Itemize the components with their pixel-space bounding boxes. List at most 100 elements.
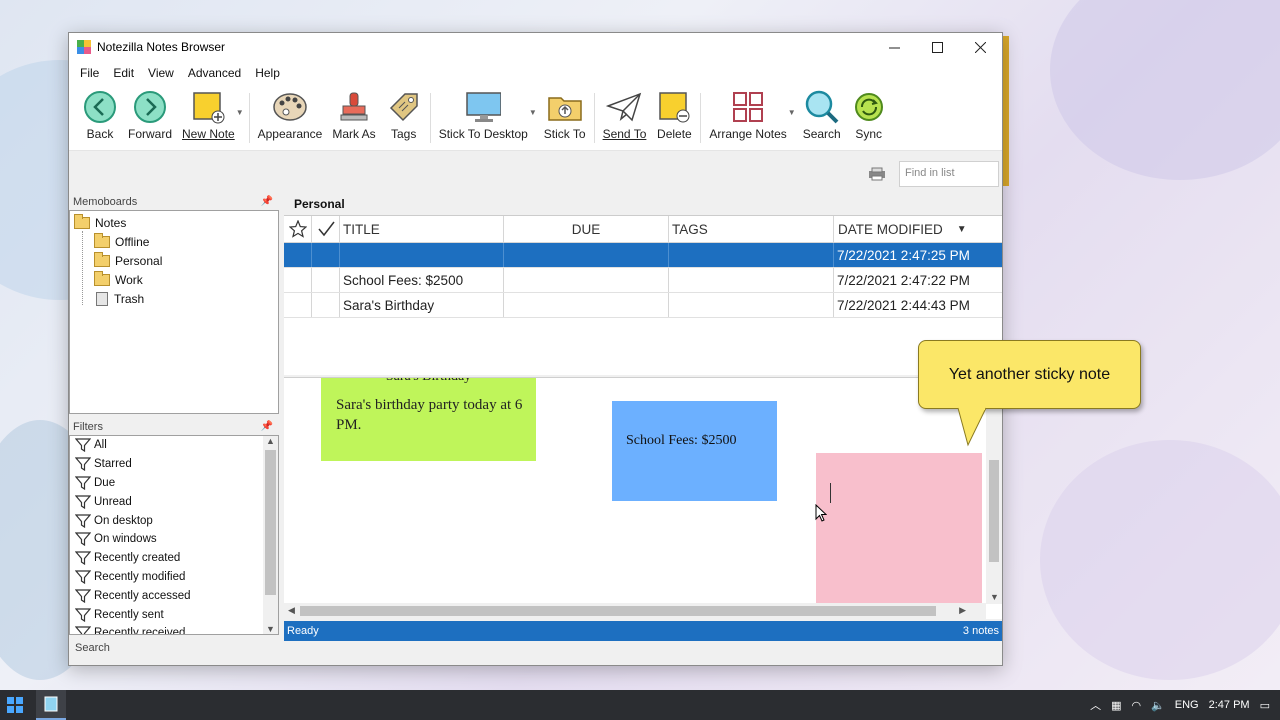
tree-item-offline[interactable]: Offline <box>70 232 278 251</box>
stick-to-desktop-button[interactable]: Stick To Desktop <box>434 89 533 147</box>
canvas-horizontal-scrollbar[interactable]: ◀ ▶ <box>284 603 986 619</box>
pin-icon[interactable]: 📌 <box>261 196 273 207</box>
menu-help[interactable]: Help <box>248 66 287 80</box>
date-modified-column-header[interactable]: DATE MODIFIED ▼ <box>834 216 1000 242</box>
tray-app-icon[interactable]: ▦ <box>1111 699 1121 712</box>
find-in-list-input[interactable]: Find in list <box>899 161 999 187</box>
maximize-button[interactable] <box>916 33 959 61</box>
sticky-note-pink[interactable] <box>816 453 982 605</box>
close-button[interactable] <box>959 33 1002 61</box>
tags-column-header[interactable]: TAGS <box>669 216 834 242</box>
menu-advanced[interactable]: Advanced <box>181 66 248 80</box>
stick-to-desktop-dropdown-arrow[interactable]: ▼ <box>529 108 537 117</box>
tree-item-work[interactable]: Work <box>70 270 278 289</box>
star-cell[interactable] <box>284 268 312 292</box>
appearance-button[interactable]: Appearance <box>253 89 328 147</box>
tags-button[interactable]: Tags <box>381 89 427 147</box>
sticky-note-green[interactable]: Sara's Birthday Sara's birthday party to… <box>321 378 536 461</box>
minimize-button[interactable] <box>873 33 916 61</box>
toolbar-separator <box>700 93 702 143</box>
left-panel: Memoboards 📌 Notes Offline Personal Work <box>69 193 279 635</box>
stamp-icon <box>340 92 368 121</box>
folder-icon <box>94 232 110 248</box>
menu-edit[interactable]: Edit <box>106 66 141 80</box>
sticky-note-blue[interactable]: School Fees: $2500 <box>612 401 777 501</box>
system-tray: ︿ ▦ ◠ 🔈 ENG 2:47 PM ▭ <box>1090 697 1280 713</box>
forward-button[interactable]: Forward <box>123 89 177 147</box>
mouse-cursor-icon <box>815 504 827 522</box>
filter-item[interactable]: Recently modified <box>70 568 278 587</box>
paper-plane-icon <box>606 92 642 122</box>
pin-icon[interactable]: 📌 <box>261 421 273 432</box>
tray-chevron-icon[interactable]: ︿ <box>1090 697 1101 713</box>
filter-item[interactable]: On desktop <box>70 511 278 530</box>
done-cell[interactable] <box>312 243 340 267</box>
taskbar: ︿ ▦ ◠ 🔈 ENG 2:47 PM ▭ <box>0 690 1280 720</box>
minimize-icon <box>889 47 900 48</box>
filters-scrollbar[interactable]: ▲ ▼ <box>263 436 278 634</box>
funnel-icon <box>75 626 91 634</box>
title-cell: School Fees: $2500 <box>340 268 504 292</box>
table-header: TITLE DUE TAGS DATE MODIFIED ▼ <box>284 216 1002 243</box>
table-row[interactable]: 7/22/2021 2:47:25 PM <box>284 243 1002 268</box>
network-icon[interactable]: ◠ <box>1131 699 1141 712</box>
funnel-icon <box>75 570 91 584</box>
find-bar: Find in list <box>69 151 1002 193</box>
back-button[interactable]: Back <box>77 89 123 147</box>
filter-item[interactable]: Starred <box>70 455 278 474</box>
delete-button[interactable]: Delete <box>651 89 697 147</box>
search-tab[interactable]: Search <box>69 637 279 663</box>
back-icon <box>84 91 116 123</box>
monitor-icon <box>466 92 502 122</box>
new-note-dropdown-arrow[interactable]: ▼ <box>236 108 244 117</box>
star-cell[interactable] <box>284 293 312 317</box>
due-column-header[interactable]: DUE <box>504 216 669 242</box>
language-indicator[interactable]: ENG <box>1175 699 1199 711</box>
send-to-button[interactable]: Send To <box>598 89 652 147</box>
windows-logo-icon <box>7 697 23 713</box>
title-column-header[interactable]: TITLE <box>340 216 504 242</box>
done-cell[interactable] <box>312 268 340 292</box>
tree-item-notes[interactable]: Notes <box>70 213 278 232</box>
filter-item[interactable]: Unread <box>70 492 278 511</box>
filter-item[interactable]: Recently sent <box>70 605 278 624</box>
arrange-notes-dropdown-arrow[interactable]: ▼ <box>788 108 796 117</box>
print-icon[interactable] <box>868 167 886 181</box>
wallpaper-shape <box>1040 440 1280 680</box>
filter-item[interactable]: Due <box>70 474 278 493</box>
start-button[interactable] <box>0 690 30 720</box>
new-note-button[interactable]: New Note <box>177 89 240 147</box>
star-cell[interactable] <box>284 243 312 267</box>
table-row[interactable]: School Fees: $2500 7/22/2021 2:47:22 PM <box>284 268 1002 293</box>
search-button[interactable]: Search <box>798 89 846 147</box>
notification-icon[interactable]: ▭ <box>1260 699 1270 712</box>
clock[interactable]: 2:47 PM <box>1209 699 1250 711</box>
date-cell: 7/22/2021 2:47:25 PM <box>837 247 970 263</box>
status-text: Ready <box>287 625 319 637</box>
volume-icon[interactable]: 🔈 <box>1151 699 1165 712</box>
menu-file[interactable]: File <box>73 66 106 80</box>
filter-item[interactable]: Recently accessed <box>70 586 278 605</box>
tree-item-personal[interactable]: Personal <box>70 251 278 270</box>
sync-button[interactable]: Sync <box>846 89 892 147</box>
filter-item[interactable]: All <box>70 436 278 455</box>
mark-as-button[interactable]: Mark As <box>327 89 380 147</box>
star-column-header[interactable] <box>284 216 312 242</box>
notes-table: TITLE DUE TAGS DATE MODIFIED ▼ 7/22/2021… <box>284 215 1002 375</box>
tree-item-trash[interactable]: Trash <box>70 289 278 308</box>
menu-view[interactable]: View <box>141 66 181 80</box>
arrange-notes-button[interactable]: Arrange Notes <box>704 89 791 147</box>
stick-to-button[interactable]: Stick To <box>539 89 591 147</box>
taskbar-notezilla-app[interactable] <box>36 690 66 720</box>
filter-item[interactable]: Recently received <box>70 624 278 634</box>
notes-canvas[interactable]: Sara's Birthday Sara's birthday party to… <box>284 377 1002 619</box>
done-column-header[interactable] <box>312 216 340 242</box>
filter-item[interactable]: On windows <box>70 530 278 549</box>
filter-item[interactable]: Recently created <box>70 549 278 568</box>
folder-icon <box>94 251 110 267</box>
table-row[interactable]: Sara's Birthday 7/22/2021 2:44:43 PM <box>284 293 1002 318</box>
current-board-title: Personal <box>284 191 1002 215</box>
done-cell[interactable] <box>312 293 340 317</box>
callout-sticky-note[interactable]: Yet another sticky note <box>918 340 1141 409</box>
menu-bar: File Edit View Advanced Help <box>69 61 1002 85</box>
